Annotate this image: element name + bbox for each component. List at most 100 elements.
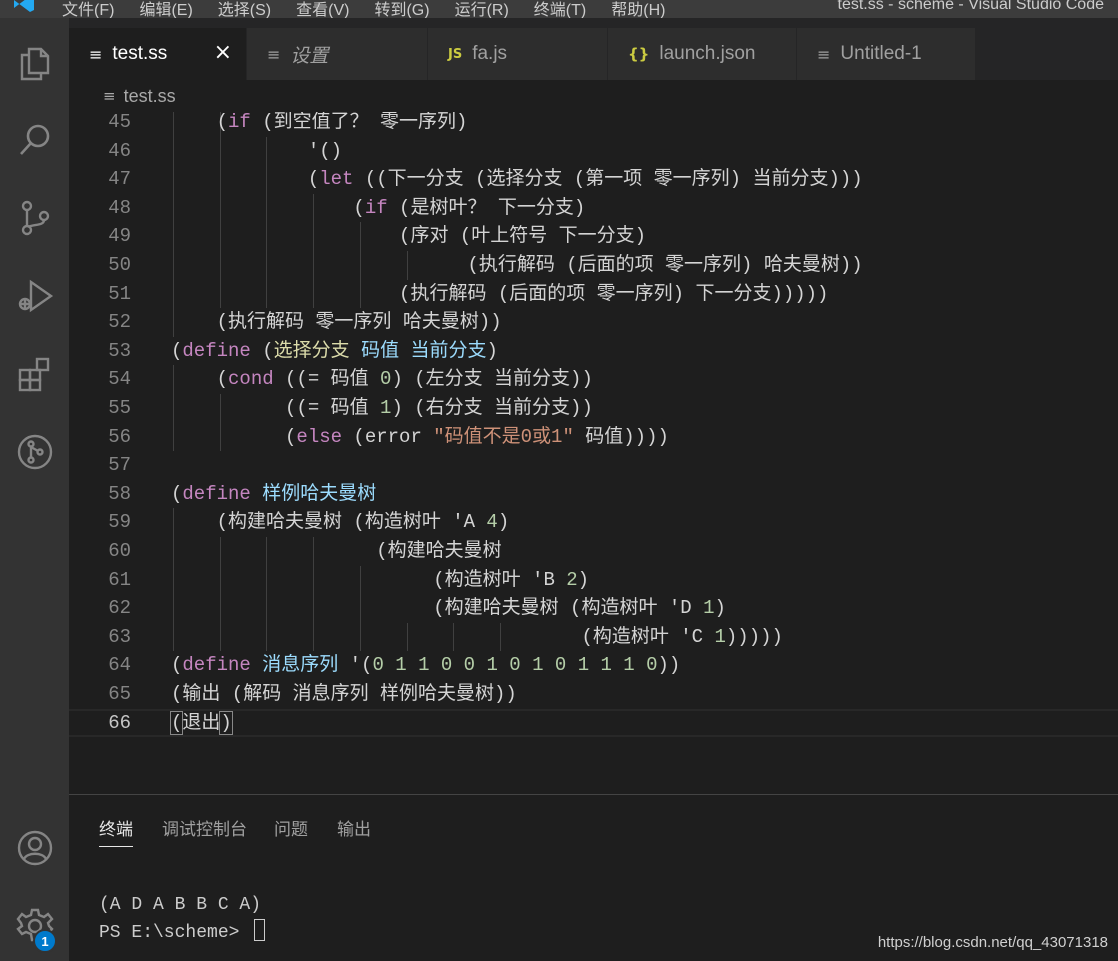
code-token: 1: [380, 397, 392, 419]
tab-problems[interactable]: 问题: [274, 815, 308, 840]
code-token: "码值不是0或1": [433, 425, 574, 448]
tab-label: fa.js: [472, 43, 508, 64]
settings-gear-icon[interactable]: 1: [0, 896, 69, 956]
activity-bar: 1: [0, 18, 69, 961]
code-text: (define 样例哈夫曼树: [171, 480, 376, 509]
files-icon[interactable]: [0, 33, 69, 93]
code-token: (到空值了？ 零一序列): [250, 112, 468, 133]
code-token: ((= 码值: [171, 397, 381, 419]
menu-item[interactable]: 选择(S): [218, 0, 271, 18]
code-token: (执行解码 零一序列 哈夫曼树)): [171, 311, 502, 334]
code-line[interactable]: 45 (if (到空值了？ 零一序列): [69, 112, 1118, 137]
code-line[interactable]: 56 (else (error "码值不是0或1" 码值)))): [69, 422, 1118, 452]
code-line[interactable]: 51 (执行解码 (后面的项 零一序列) 下一分支))))): [69, 279, 1118, 309]
code-line[interactable]: 53 (define (选择分支 码值 当前分支): [69, 337, 1118, 366]
code-line[interactable]: 63 (构造树叶 'C 1))))): [69, 622, 1118, 652]
code-token: (: [171, 482, 183, 505]
code-text: (构造树叶 'B 2): [171, 566, 589, 595]
breadcrumb[interactable]: ≡ test.ss: [69, 80, 1118, 112]
line-number: 61: [108, 568, 131, 591]
lines-icon: ≡: [103, 87, 116, 105]
extensions-icon[interactable]: [0, 344, 69, 404]
vscode-logo-icon[interactable]: [10, 0, 38, 18]
source-control-icon[interactable]: [0, 188, 69, 248]
menu-item[interactable]: 查看(V): [296, 0, 349, 18]
menu-item[interactable]: 运行(R): [455, 0, 509, 18]
code-line[interactable]: 61 (构造树叶 'B 2): [69, 565, 1118, 595]
code-token: 4: [486, 511, 498, 534]
code-token: (: [169, 710, 184, 735]
run-debug-icon[interactable]: [0, 266, 69, 326]
tab-test-ss[interactable]: ≡ test.ss ×: [69, 28, 247, 80]
account-icon[interactable]: [0, 818, 69, 878]
menu-item[interactable]: 编辑(E): [139, 0, 192, 18]
close-icon[interactable]: ×: [214, 40, 232, 65]
line-number: 45: [108, 112, 131, 133]
code-text: (构建哈夫曼树 (构造树叶 'A 4): [171, 508, 510, 537]
code-token: 消息序列: [262, 654, 339, 677]
code-line[interactable]: 66 (退出): [69, 708, 1118, 738]
code-token: (构建哈夫曼树 (构造树叶 'D: [171, 597, 704, 620]
tab-settings[interactable]: ≡ 设置: [247, 28, 428, 80]
code-line[interactable]: 50 (执行解码 (后面的项 零一序列) 哈夫曼树)): [69, 251, 1118, 280]
code-token: ((下一分支 (选择分支 (第一项 零一序列) 当前分支))): [353, 168, 863, 191]
code-token: ): [219, 710, 233, 735]
code-line[interactable]: 54 (cond ((= 码值 0) (左分支 当前分支)): [69, 365, 1118, 394]
code-token: cond: [228, 368, 274, 391]
code-line[interactable]: 46 '(): [69, 136, 1118, 166]
code-line[interactable]: 59 (构建哈夫曼树 (构造树叶 'A 4): [69, 508, 1118, 537]
tab-fa-js[interactable]: JS fa.js: [428, 28, 608, 80]
code-token: 0 1 1 0 0 1 0 1 0 1 1 1 0: [372, 654, 658, 677]
code-line[interactable]: 47 (let ((下一分支 (选择分支 (第一项 零一序列) 当前分支))): [69, 165, 1118, 194]
code-text: (构建哈夫曼树 (构造树叶 'D 1): [171, 594, 726, 623]
code-token: (序对 (叶上符号 下一分支): [171, 225, 647, 248]
code-token: (: [171, 168, 320, 191]
code-line[interactable]: 58 (define 样例哈夫曼树: [69, 480, 1118, 509]
code-line[interactable]: 65 (输出 (解码 消息序列 样例哈夫曼树)): [69, 680, 1118, 709]
code-line[interactable]: 48 (if (是树叶？ 下一分支): [69, 193, 1118, 223]
tab-debug-console[interactable]: 调试控制台: [162, 815, 247, 840]
code-token: 样例哈夫曼树: [262, 482, 377, 505]
code-editor[interactable]: 45 (if (到空值了？ 零一序列) 46 '() 47 (let ((下一分支 …: [69, 112, 1118, 794]
code-token: (输出 (解码 消息序列 样例哈夫曼树)): [171, 683, 517, 705]
code-token: 1: [714, 625, 726, 648]
menu-item[interactable]: 帮助(H): [611, 0, 665, 18]
line-number: 51: [108, 282, 131, 305]
git-graph-icon[interactable]: [0, 422, 69, 482]
code-text: (if (到空值了？ 零一序列): [171, 112, 468, 137]
code-token: (构造树叶 'C: [171, 625, 715, 648]
tab-label: 设置: [290, 45, 329, 67]
code-line[interactable]: 60 (构建哈夫曼树: [69, 537, 1118, 566]
code-text: (构造树叶 'C 1))))): [171, 623, 782, 652]
menu-item[interactable]: 转到(G): [374, 0, 429, 18]
code-line[interactable]: 64 (define 消息序列 '(0 1 1 0 0 1 0 1 0 1 1 1…: [69, 651, 1118, 680]
code-line[interactable]: 62 (构建哈夫曼树 (构造树叶 'D 1): [69, 594, 1118, 623]
menu-item[interactable]: 终端(T): [534, 0, 586, 18]
code-token: (: [171, 654, 183, 677]
tab-untitled-1[interactable]: ≡ Untitled-1: [797, 28, 976, 80]
code-token: 2: [566, 568, 578, 591]
menu-item[interactable]: 文件(F): [62, 0, 114, 18]
tab-label: Untitled-1: [840, 43, 922, 64]
line-number: 53: [108, 339, 131, 362]
tab-terminal[interactable]: 终端: [99, 815, 133, 847]
terminal-prompt-line[interactable]: PS E:\scheme>: [99, 919, 266, 943]
search-icon[interactable]: [0, 110, 69, 170]
code-text: (else (error "码值不是0或1" 码值)))): [171, 423, 669, 452]
tab-output[interactable]: 输出: [337, 815, 371, 840]
code-token: 码值: [361, 339, 400, 362]
line-number: 62: [108, 597, 131, 620]
code-text: (构建哈夫曼树: [171, 537, 501, 566]
breadcrumb-file[interactable]: test.ss: [124, 86, 176, 107]
line-number: 56: [108, 425, 131, 448]
code-token: (执行解码 (后面的项 零一序列) 下一分支))))): [171, 282, 829, 305]
code-line[interactable]: 57: [69, 451, 1118, 480]
code-line[interactable]: 52 (执行解码 零一序列 哈夫曼树)): [69, 308, 1118, 337]
tab-launch-json[interactable]: {} launch.json: [608, 28, 797, 80]
code-token: ) (左分支 当前分支)): [391, 368, 593, 391]
code-text: (执行解码 零一序列 哈夫曼树)): [171, 308, 502, 337]
terminal-output-line: (A D A B B C A): [99, 895, 262, 915]
code-line[interactable]: 55 ((= 码值 1) (右分支 当前分支)): [69, 394, 1118, 423]
code-line[interactable]: 49 (序对 (叶上符号 下一分支): [69, 222, 1118, 251]
